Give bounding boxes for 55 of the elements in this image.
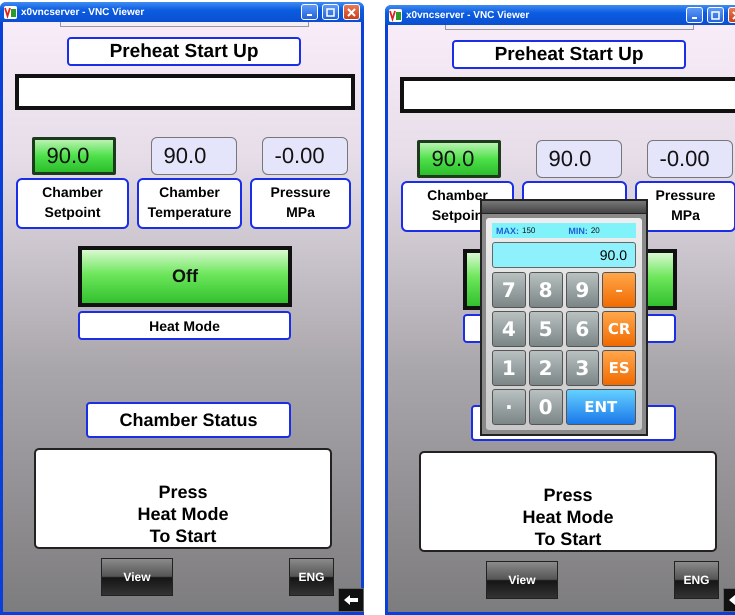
maximize-icon (326, 8, 335, 16)
keypad-key[interactable]: – (602, 272, 636, 308)
language-button[interactable]: ENG (289, 558, 334, 596)
keypad-key[interactable]: · (492, 389, 526, 425)
minimize-button[interactable] (301, 4, 318, 20)
keypad-key[interactable]: 2 (528, 350, 562, 386)
back-button[interactable] (338, 588, 364, 612)
keypad-key[interactable]: ES (602, 350, 636, 386)
heat-mode-label: Heat Mode (78, 311, 291, 340)
page-header: Preheat Start Up (452, 40, 686, 69)
reading-value: -0.00 (262, 137, 348, 175)
maximize-button[interactable] (707, 7, 724, 23)
reading-value: 90.0 (536, 140, 622, 178)
reading-label: Pressure MPa (635, 181, 735, 232)
app-icon (4, 6, 17, 18)
window-title: x0vncserver - VNC Viewer (406, 10, 530, 20)
reading-label: Chamber Temperature (137, 178, 242, 229)
reading-value: 90.0 (150, 137, 236, 175)
keypad-key[interactable]: 8 (528, 272, 562, 308)
min-value: 20 (590, 226, 600, 235)
keypad-key[interactable]: 5 (528, 311, 562, 347)
reading-value: -0.00 (646, 140, 732, 178)
language-button[interactable]: ENG (674, 561, 719, 599)
heat-mode-button[interactable]: Off (78, 246, 292, 307)
status-message: Press Heat Mode To Start (34, 448, 332, 549)
minimize-button[interactable] (686, 7, 703, 23)
keypad-key[interactable]: 3 (566, 350, 600, 386)
window-title: x0vncserver - VNC Viewer (21, 6, 146, 18)
view-button[interactable]: View (486, 561, 558, 599)
keypad-key[interactable]: 7 (492, 272, 526, 308)
keypad-key[interactable]: 1 (492, 350, 526, 386)
min-label: MIN: (568, 226, 588, 236)
keypad-key[interactable]: 4 (492, 311, 526, 347)
keypad-key[interactable]: 6 (566, 311, 600, 347)
max-value: 150 (522, 226, 536, 235)
enter-key[interactable]: ENT (566, 389, 636, 425)
close-icon (347, 8, 356, 16)
reading-label: Chamber Setpoint (16, 178, 129, 229)
status-title: Chamber Status (86, 402, 291, 438)
close-button[interactable] (343, 4, 360, 20)
reading-label: Pressure MPa (250, 178, 351, 229)
keypad-key[interactable]: 9 (566, 272, 600, 308)
keypad-title-bar[interactable] (482, 201, 646, 214)
keypad-key[interactable]: 0 (528, 389, 562, 425)
maximize-button[interactable] (322, 4, 339, 20)
status-message: Press Heat Mode To Start (419, 451, 717, 552)
app-icon (389, 8, 402, 22)
left-arrow-icon (343, 594, 359, 606)
setpoint-value[interactable]: 90.0 (32, 137, 116, 175)
setpoint-value[interactable]: 90.0 (416, 140, 500, 178)
page-header: Preheat Start Up (67, 37, 301, 66)
maximize-icon (711, 10, 720, 20)
view-button[interactable]: View (101, 558, 173, 596)
keypad-display[interactable]: 90.0 (492, 242, 636, 268)
keypad-key[interactable]: CR (602, 311, 636, 347)
